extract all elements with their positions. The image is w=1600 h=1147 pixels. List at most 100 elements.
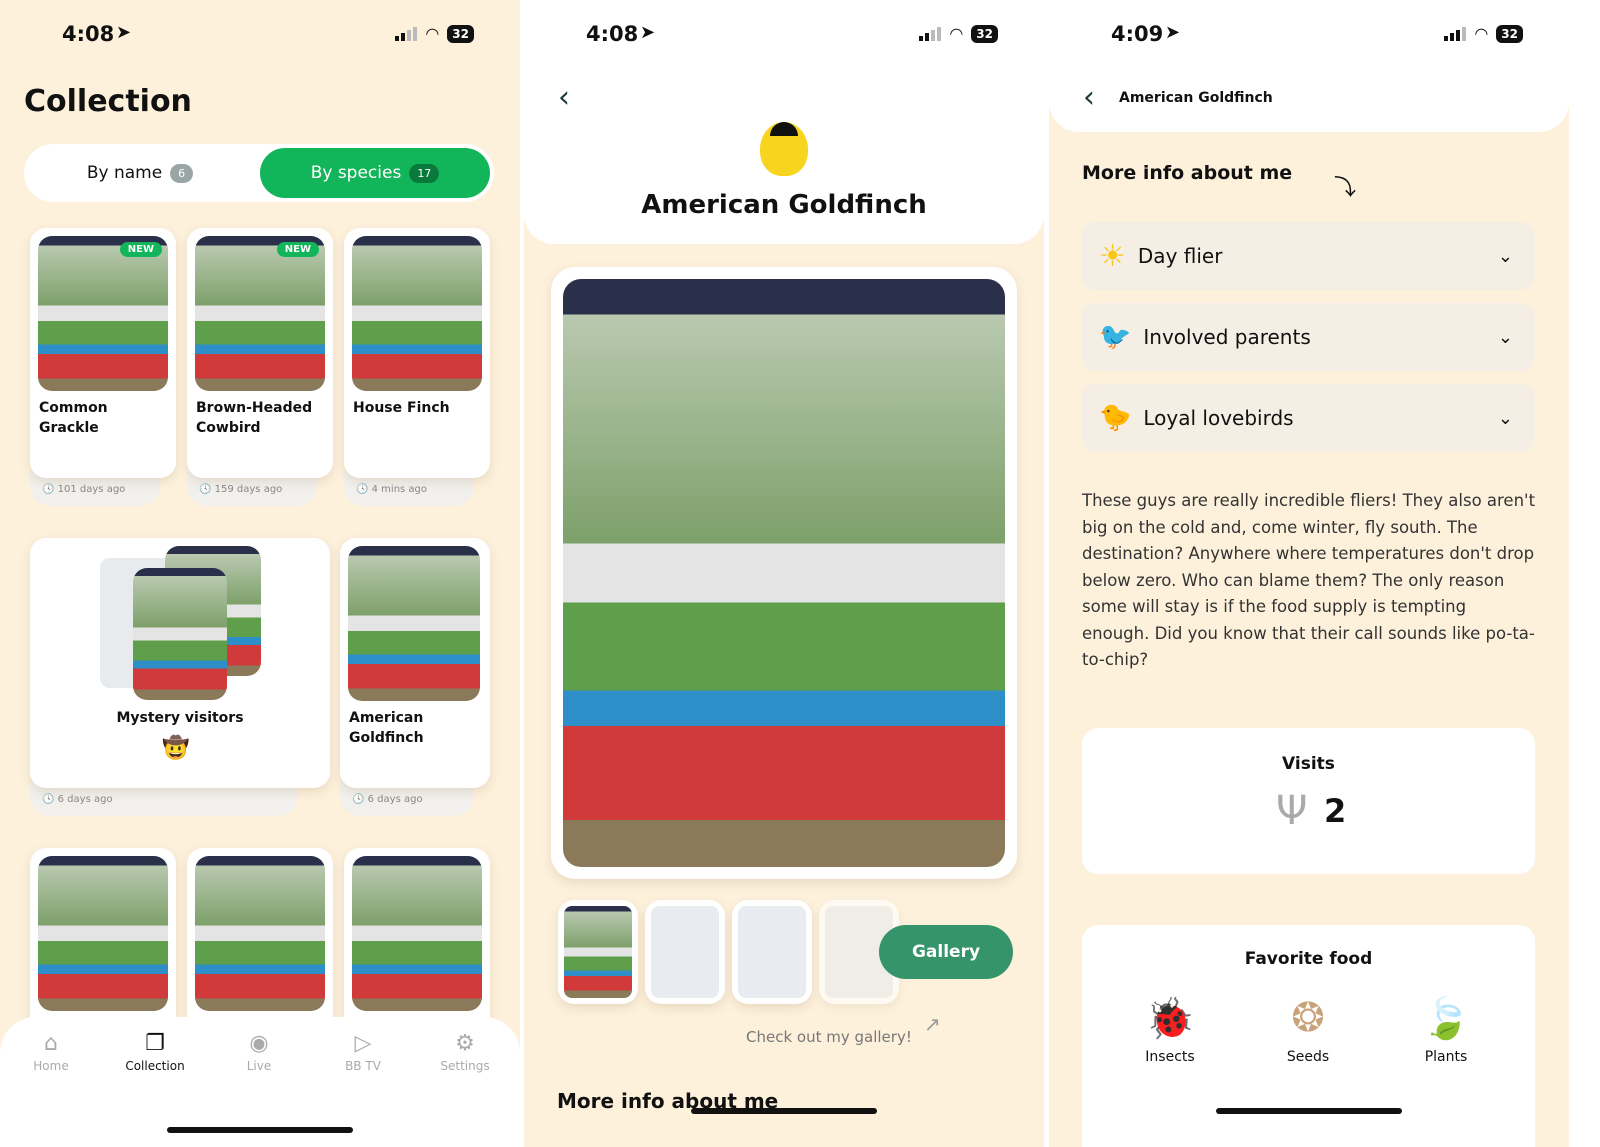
nav-collection[interactable]: ❐ Collection — [110, 1031, 200, 1073]
home-indicator — [1216, 1108, 1402, 1114]
wifi-icon: ◠ — [949, 24, 964, 43]
curved-arrow-icon: ↗ — [924, 1012, 941, 1036]
back-button[interactable]: ‹ — [1083, 80, 1095, 115]
species-card[interactable]: House Finch — [344, 228, 490, 478]
signal-icon — [919, 26, 942, 41]
back-button[interactable]: ‹ — [558, 80, 570, 115]
gear-icon: ⚙ — [455, 1031, 475, 1056]
signal-icon — [395, 26, 418, 41]
status-bar: 4:08 ➤ ◠ 32 — [0, 20, 520, 50]
species-card[interactable]: American Goldfinch — [340, 538, 490, 788]
wifi-icon: ◠ — [1474, 24, 1489, 43]
visits-card: Visits Ψ 2 — [1082, 728, 1535, 874]
species-name: Mystery visitors — [116, 710, 244, 726]
home-icon: ⌂ — [44, 1031, 58, 1056]
food-seeds: ❂ Seeds — [1263, 995, 1353, 1065]
new-badge: NEW — [276, 242, 319, 257]
count-badge: 17 — [409, 163, 440, 183]
chevron-down-icon: ⌄ — [1497, 326, 1513, 348]
species-card[interactable]: NEW Brown-Headed Cowbird — [187, 228, 333, 478]
live-icon: ◉ — [249, 1031, 269, 1056]
view-toggle: By name 6 By species 17 — [24, 144, 494, 202]
status-time: 4:09 — [1111, 22, 1164, 46]
visits-count: 2 — [1324, 792, 1347, 830]
status-bar: 4:09 ➤ ◠ 32 — [1049, 20, 1569, 50]
battery-icon: 32 — [971, 24, 998, 43]
gallery-thumb[interactable] — [558, 900, 638, 1004]
battery-icon: 32 — [447, 24, 474, 43]
wifi-icon: ◠ — [425, 24, 440, 43]
header-title: American Goldfinch — [1119, 90, 1273, 106]
leaf-icon: 🍃 — [1421, 996, 1471, 1042]
home-indicator — [691, 1108, 877, 1114]
species-name: American Goldfinch — [349, 710, 424, 746]
thumb-photo — [564, 906, 632, 998]
status-time: 4:08 — [586, 22, 639, 46]
bird-photo — [352, 856, 482, 1011]
nav-home[interactable]: ⌂ Home — [6, 1031, 96, 1073]
lovebirds-icon: 🐤 — [1099, 403, 1132, 433]
bird-photo — [133, 568, 227, 700]
location-icon: ➤ — [1165, 22, 1181, 43]
gallery-hint: Check out my gallery! — [746, 1028, 912, 1046]
tab-by-name[interactable]: By name 6 — [24, 144, 256, 202]
nav-bbtv[interactable]: ▷ BB TV — [318, 1031, 408, 1073]
species-name: Brown-Headed Cowbird — [196, 400, 313, 436]
gallery-thumb-placeholder[interactable] — [645, 900, 725, 1004]
section-title: More info about me — [1082, 162, 1293, 184]
tab-label: By species — [310, 163, 402, 183]
gallery-thumb-placeholder[interactable] — [732, 900, 812, 1004]
gallery-button[interactable]: Gallery — [879, 925, 1013, 979]
collection-icon: ❐ — [145, 1031, 165, 1056]
bird-photo — [195, 856, 325, 1011]
home-indicator — [167, 1127, 353, 1133]
food-insects: 🐞 Insects — [1125, 995, 1215, 1065]
sun-icon: ☀ — [1099, 238, 1126, 274]
new-badge: NEW — [119, 242, 162, 257]
bird-photo[interactable] — [563, 279, 1005, 867]
location-icon: ➤ — [116, 22, 132, 43]
status-bar: 4:08 ➤ ◠ 32 — [524, 20, 1044, 50]
tab-label: By name — [86, 163, 163, 183]
species-name: Common Grackle — [39, 400, 108, 436]
trait-involved-parents[interactable]: 🐦 Involved parents ⌄ — [1081, 303, 1535, 371]
species-title: American Goldfinch — [641, 190, 927, 220]
species-info-screen: 4:09 ➤ ◠ 32 ‹ American Goldfinch More inf… — [1049, 0, 1569, 1147]
signal-icon — [1444, 26, 1467, 41]
parents-icon: 🐦 — [1099, 322, 1132, 352]
cowboy-hat-icon: 🤠 — [162, 736, 190, 761]
nav-settings[interactable]: ⚙ Settings — [420, 1031, 510, 1073]
count-badge: 6 — [170, 163, 194, 183]
page-title: Collection — [24, 84, 192, 119]
collection-screen: 4:08 ➤ ◠ 32 Collection By name 6 By specie… — [0, 0, 520, 1147]
trait-day-flier[interactable]: ☀ Day flier ⌄ — [1081, 222, 1535, 290]
bird-photo: NEW — [195, 236, 325, 391]
bird-photo — [38, 856, 168, 1011]
mystery-visitors-card[interactable]: Mystery visitors 🤠 — [30, 538, 330, 788]
trait-loyal-lovebirds[interactable]: 🐤 Loyal lovebirds ⌄ — [1081, 384, 1535, 452]
chevron-down-icon: ⌄ — [1497, 245, 1513, 267]
tv-icon: ▷ — [354, 1031, 372, 1056]
visits-label: Visits — [1282, 754, 1335, 774]
curved-arrow-icon: ⤵ — [1334, 176, 1357, 201]
bird-footprint-icon: Ψ — [1276, 788, 1308, 834]
insect-icon: 🐞 — [1145, 996, 1195, 1042]
species-description: These guys are really incredible fliers!… — [1082, 491, 1536, 669]
main-photo-card — [551, 267, 1017, 879]
nav-live[interactable]: ◉ Live — [214, 1031, 304, 1073]
tab-by-species[interactable]: By species 17 — [260, 148, 490, 198]
species-detail-screen: 4:08 ➤ ◠ 32 ‹ American Goldfinch Gallery … — [524, 0, 1044, 1147]
species-card[interactable]: NEW Common Grackle — [30, 228, 176, 478]
bird-photo — [348, 546, 480, 701]
species-name: House Finch — [353, 400, 450, 416]
bird-photo: NEW — [38, 236, 168, 391]
seeds-icon: ❂ — [1291, 995, 1325, 1041]
battery-icon: 32 — [1496, 24, 1523, 43]
goldfinch-icon — [760, 122, 808, 176]
bird-photo — [352, 236, 482, 391]
location-icon: ➤ — [640, 22, 656, 43]
status-time: 4:08 — [62, 22, 115, 46]
chevron-down-icon: ⌄ — [1497, 407, 1513, 429]
food-title: Favorite food — [1244, 949, 1373, 969]
food-plants: 🍃 Plants — [1401, 995, 1491, 1065]
